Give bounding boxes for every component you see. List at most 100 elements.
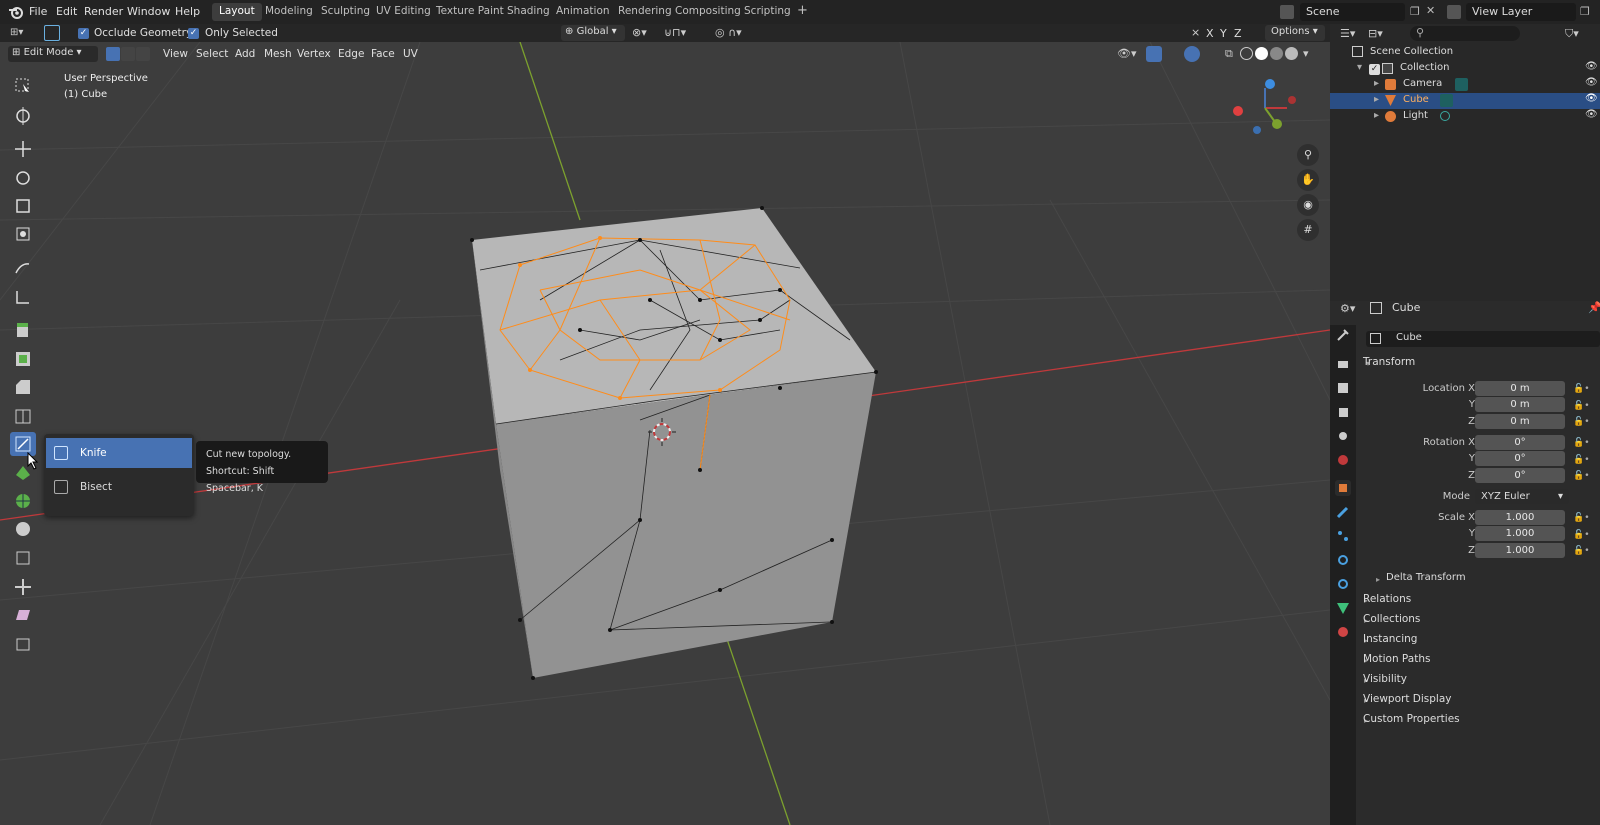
cursor-tool-icon[interactable] xyxy=(10,104,36,128)
shrink-fatten-icon[interactable] xyxy=(10,575,36,599)
tool-tab-icon[interactable] xyxy=(1335,327,1351,343)
tab-scripting[interactable]: Scripting xyxy=(737,3,798,21)
tab-compositing[interactable]: Compositing xyxy=(668,3,748,21)
menu-edge[interactable]: Edge xyxy=(338,48,364,60)
menu-render[interactable]: Render xyxy=(84,5,123,18)
spin-icon[interactable] xyxy=(10,489,36,513)
outliner-row-light[interactable]: ▸ Light 👁 xyxy=(1330,109,1600,125)
menu-window[interactable]: Window xyxy=(127,5,170,18)
filter-icon[interactable]: ⛉▾ xyxy=(1565,27,1579,41)
menu-vertex[interactable]: Vertex xyxy=(297,48,331,60)
blender-logo-icon[interactable] xyxy=(8,4,24,20)
location-y-field[interactable]: 0 m xyxy=(1475,397,1565,412)
menu-select[interactable]: Select xyxy=(196,48,228,60)
motion-paths-section[interactable]: Motion Paths xyxy=(1363,653,1430,665)
menu-face[interactable]: Face xyxy=(371,48,395,60)
transform-icon[interactable] xyxy=(10,222,36,246)
3d-viewport[interactable]: User Perspective (1) Cube ⚲ ✋ ◉ # xyxy=(0,42,1330,825)
menu-file[interactable]: File xyxy=(29,5,47,18)
scale-icon[interactable] xyxy=(10,194,36,218)
collection-visibility-icon[interactable]: 👁 xyxy=(1585,61,1598,72)
scale-y-field[interactable]: 1.000 xyxy=(1475,526,1565,541)
tab-sculpting[interactable]: Sculpting xyxy=(314,3,377,21)
rotation-mode-dropdown[interactable]: XYZ Euler ▾ xyxy=(1475,489,1569,504)
menu-mesh[interactable]: Mesh xyxy=(264,48,292,60)
tab-animation[interactable]: Animation xyxy=(549,3,617,21)
outliner-row-cube[interactable]: ▸ Cube 👁 xyxy=(1330,93,1600,109)
edge-slide-icon[interactable] xyxy=(10,546,36,570)
instancing-section[interactable]: Instancing xyxy=(1363,633,1417,645)
camera-view-icon[interactable]: ◉ xyxy=(1297,194,1319,216)
add-workspace-button[interactable]: + xyxy=(790,1,815,19)
shading-options-icon[interactable]: ▾ xyxy=(1303,47,1309,60)
menu-uv[interactable]: UV xyxy=(403,48,418,60)
location-x-field[interactable]: 0 m xyxy=(1475,381,1565,396)
inset-icon[interactable] xyxy=(10,347,36,371)
data-tab-icon[interactable] xyxy=(1335,600,1351,616)
expand-collection-icon[interactable]: ▾ xyxy=(1357,62,1362,73)
scale-z-field[interactable]: 1.000 xyxy=(1475,543,1565,558)
loop-cut-icon[interactable] xyxy=(10,404,36,428)
object-name-field[interactable]: Cube xyxy=(1366,331,1600,347)
vertex-select-icon[interactable] xyxy=(106,47,120,61)
mirror-icon[interactable]: ⨯ xyxy=(1191,26,1200,39)
relations-section[interactable]: Relations xyxy=(1363,593,1411,605)
viewport-display-section[interactable]: Viewport Display xyxy=(1363,693,1451,705)
rotation-lock-icons[interactable]: 🔓• 🔓• 🔓• xyxy=(1573,435,1590,485)
material-shading-icon[interactable] xyxy=(1270,47,1283,60)
select-box-icon[interactable] xyxy=(10,74,36,98)
flyout-item-knife[interactable]: Knife xyxy=(46,438,192,468)
tab-layout[interactable]: Layout xyxy=(212,3,262,21)
overlay-icon[interactable] xyxy=(1184,46,1200,62)
collection-checkbox[interactable]: ✓ xyxy=(1369,64,1380,75)
outliner-display-mode-icon[interactable]: ⊟▾ xyxy=(1368,27,1383,40)
solid-shading-icon[interactable] xyxy=(1255,47,1268,60)
menu-edit[interactable]: Edit xyxy=(56,5,77,18)
tab-modeling[interactable]: Modeling xyxy=(258,3,320,21)
custom-properties-section[interactable]: Custom Properties xyxy=(1363,713,1460,725)
location-lock-icons[interactable]: 🔓• 🔓• 🔓• xyxy=(1573,381,1590,431)
ortho-grid-icon[interactable]: # xyxy=(1297,219,1319,241)
pivot-point-icon[interactable]: ⊗▾ xyxy=(632,26,647,39)
material-tab-icon[interactable] xyxy=(1335,624,1351,640)
zoom-icon[interactable]: ⚲ xyxy=(1297,144,1319,166)
outliner-row-scene-collection[interactable]: Scene Collection xyxy=(1330,45,1600,61)
gizmo-icon[interactable] xyxy=(1146,46,1162,62)
snap-icon[interactable]: ⊍⊓▾ xyxy=(664,26,686,39)
outliner-row-camera[interactable]: ▸ Camera 👁 xyxy=(1330,77,1600,93)
mode-dropdown[interactable]: ⊞ Edit Mode ▾ xyxy=(8,46,98,62)
annotate-icon[interactable] xyxy=(10,256,36,280)
bevel-icon[interactable] xyxy=(10,375,36,399)
tab-uv-editing[interactable]: UV Editing xyxy=(369,3,438,21)
transform-orientation-dropdown[interactable]: ⊕ Global ▾ xyxy=(561,25,625,41)
delta-transform-section[interactable]: Delta Transform xyxy=(1386,572,1466,583)
measure-icon[interactable] xyxy=(10,285,36,309)
occlude-geometry-checkbox[interactable]: ✓ xyxy=(78,28,89,39)
xray-icon[interactable]: ⧉ xyxy=(1225,47,1233,61)
camera-visibility-icon[interactable]: 👁 xyxy=(1585,77,1598,88)
collections-section[interactable]: Collections xyxy=(1363,613,1420,625)
expand-cube-icon[interactable]: ▸ xyxy=(1374,94,1379,105)
outliner-search-input[interactable]: ⚲ xyxy=(1410,26,1520,41)
editor-type-icon[interactable]: ⊞▾ xyxy=(10,27,32,40)
axis-y-toggle[interactable]: Y xyxy=(1220,27,1227,40)
rotate-icon[interactable] xyxy=(10,166,36,190)
move-icon[interactable] xyxy=(10,137,36,161)
location-z-field[interactable]: 0 m xyxy=(1475,414,1565,429)
properties-editor-icon[interactable]: ⚙▾ xyxy=(1340,302,1355,315)
cube-visibility-icon[interactable]: 👁 xyxy=(1585,93,1598,104)
smooth-icon[interactable] xyxy=(10,517,36,541)
axis-z-toggle[interactable]: Z xyxy=(1234,27,1242,40)
visibility-icon[interactable]: 👁▾ xyxy=(1117,47,1137,60)
axis-x-toggle[interactable]: X xyxy=(1206,27,1214,40)
scale-lock-icons[interactable]: 🔓• 🔓• 🔓• xyxy=(1573,510,1590,560)
scene-selector[interactable]: Scene xyxy=(1300,3,1405,21)
outliner-row-collection[interactable]: ▾ ✓ Collection 👁 xyxy=(1330,61,1600,77)
flyout-item-bisect[interactable]: Bisect xyxy=(46,472,192,502)
wireframe-shading-icon[interactable] xyxy=(1240,47,1253,60)
pin-icon[interactable]: 📌 xyxy=(1588,301,1600,314)
face-select-icon[interactable] xyxy=(136,47,150,61)
copy-scene-icon[interactable]: ❐ xyxy=(1410,5,1420,18)
only-selected-checkbox[interactable]: ✓ xyxy=(188,28,199,39)
options-dropdown[interactable]: Options ▾ xyxy=(1265,25,1325,41)
